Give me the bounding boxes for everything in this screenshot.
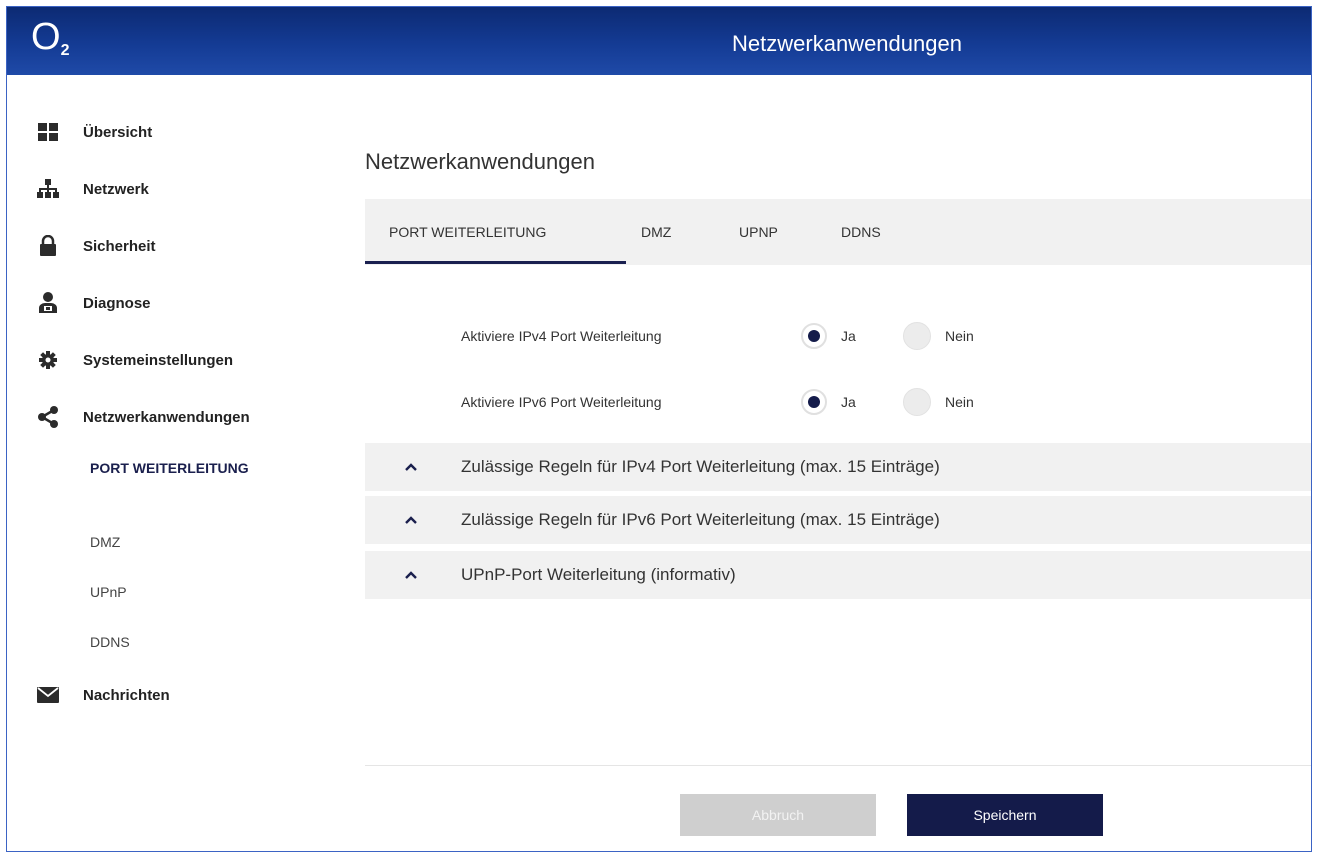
ipv6-yes-radio[interactable] bbox=[801, 389, 827, 415]
sidebar-item-label: Systemeinstellungen bbox=[83, 351, 234, 369]
network-icon bbox=[37, 178, 59, 200]
sidebar-item-systemeinstellungen[interactable]: Systemeinstellungen bbox=[37, 345, 233, 375]
ipv6-no-label: Nein bbox=[945, 394, 974, 410]
app-window: O2 Netzwerkanwendungen Übersicht Netzwer… bbox=[6, 6, 1312, 852]
cancel-button[interactable]: Abbruch bbox=[680, 794, 876, 836]
ipv4-no-label: Nein bbox=[945, 328, 974, 344]
tab-port-weiterleitung[interactable]: PORT WEITERLEITUNG bbox=[389, 199, 546, 265]
footer-divider bbox=[365, 765, 1311, 766]
sidebar-item-nachrichten[interactable]: Nachrichten bbox=[37, 680, 170, 710]
ipv4-no-radio[interactable] bbox=[903, 322, 931, 350]
tab-ddns[interactable]: DDNS bbox=[841, 199, 881, 265]
page-title: Netzwerkanwendungen bbox=[365, 149, 595, 174]
accordion-title: Zulässige Regeln für IPv6 Port Weiterlei… bbox=[461, 510, 940, 529]
ipv4-forwarding-row: Aktiviere IPv4 Port Weiterleitung Ja Nei… bbox=[461, 321, 1007, 351]
chevron-up-icon bbox=[401, 570, 421, 580]
sidebar-subitem-upnp[interactable]: UPnP bbox=[90, 584, 127, 600]
sidebar-subitem-dmz[interactable]: DMZ bbox=[90, 534, 120, 550]
tab-upnp[interactable]: UPNP bbox=[739, 199, 778, 265]
logo-letter: O bbox=[31, 16, 61, 58]
tab-dmz[interactable]: DMZ bbox=[641, 199, 671, 265]
sidebar-subitem-port-weiterleitung[interactable]: PORT WEITERLEITUNG bbox=[90, 457, 270, 479]
sidebar-item-label: Sicherheit bbox=[83, 237, 156, 255]
active-tab-indicator bbox=[365, 261, 626, 264]
sidebar-item-label: Diagnose bbox=[83, 294, 151, 312]
accordion-upnp-forwarding[interactable]: UPnP-Port Weiterleitung (informativ) bbox=[365, 551, 1311, 599]
accordion-title: UPnP-Port Weiterleitung (informativ) bbox=[461, 565, 736, 584]
sidebar-item-label: Netzwerkanwendungen bbox=[83, 408, 250, 426]
ipv6-yes-label: Ja bbox=[841, 394, 856, 410]
o2-logo[interactable]: O2 bbox=[31, 15, 69, 73]
accordion-ipv6-rules[interactable]: Zulässige Regeln für IPv6 Port Weiterlei… bbox=[365, 496, 1311, 544]
envelope-icon bbox=[37, 684, 59, 706]
share-icon bbox=[37, 406, 59, 428]
ipv6-forwarding-row: Aktiviere IPv6 Port Weiterleitung Ja Nei… bbox=[461, 387, 1007, 417]
sidebar-item-label: Netzwerk bbox=[83, 180, 149, 198]
header-title: Netzwerkanwendungen bbox=[732, 31, 962, 56]
sidebar-subitem-ddns[interactable]: DDNS bbox=[90, 634, 130, 650]
tab-bar: PORT WEITERLEITUNG DMZ UPNP DDNS bbox=[365, 199, 1311, 265]
ipv4-yes-radio[interactable] bbox=[801, 323, 827, 349]
grid-icon bbox=[37, 121, 59, 143]
sidebar-item-netzwerk[interactable]: Netzwerk bbox=[37, 174, 149, 204]
ipv6-forwarding-label: Aktiviere IPv6 Port Weiterleitung bbox=[461, 394, 662, 410]
lock-icon bbox=[37, 235, 59, 257]
gear-icon bbox=[37, 349, 59, 371]
ipv6-no-radio[interactable] bbox=[903, 388, 931, 416]
sidebar-item-netzwerkanwendungen[interactable]: Netzwerkanwendungen bbox=[37, 402, 250, 432]
sidebar-item-label: Nachrichten bbox=[83, 686, 170, 704]
accordion-ipv4-rules[interactable]: Zulässige Regeln für IPv4 Port Weiterlei… bbox=[365, 443, 1311, 491]
user-diagnose-icon bbox=[37, 292, 59, 314]
save-button[interactable]: Speichern bbox=[907, 794, 1103, 836]
accordion-title: Zulässige Regeln für IPv4 Port Weiterlei… bbox=[461, 457, 940, 476]
chevron-up-icon bbox=[401, 515, 421, 525]
logo-subscript: 2 bbox=[60, 42, 70, 59]
ipv4-forwarding-label: Aktiviere IPv4 Port Weiterleitung bbox=[461, 328, 662, 344]
header-bar: O2 Netzwerkanwendungen bbox=[7, 7, 1311, 75]
sidebar-item-label: Übersicht bbox=[83, 123, 153, 141]
sidebar-item-diagnose[interactable]: Diagnose bbox=[37, 288, 151, 318]
ipv4-yes-label: Ja bbox=[841, 328, 856, 344]
sidebar-item-sicherheit[interactable]: Sicherheit bbox=[37, 231, 156, 261]
chevron-up-icon bbox=[401, 462, 421, 472]
sidebar: Übersicht Netzwerk Sicherheit Diagnose S… bbox=[7, 75, 337, 851]
sidebar-item-uebersicht[interactable]: Übersicht bbox=[37, 117, 152, 147]
